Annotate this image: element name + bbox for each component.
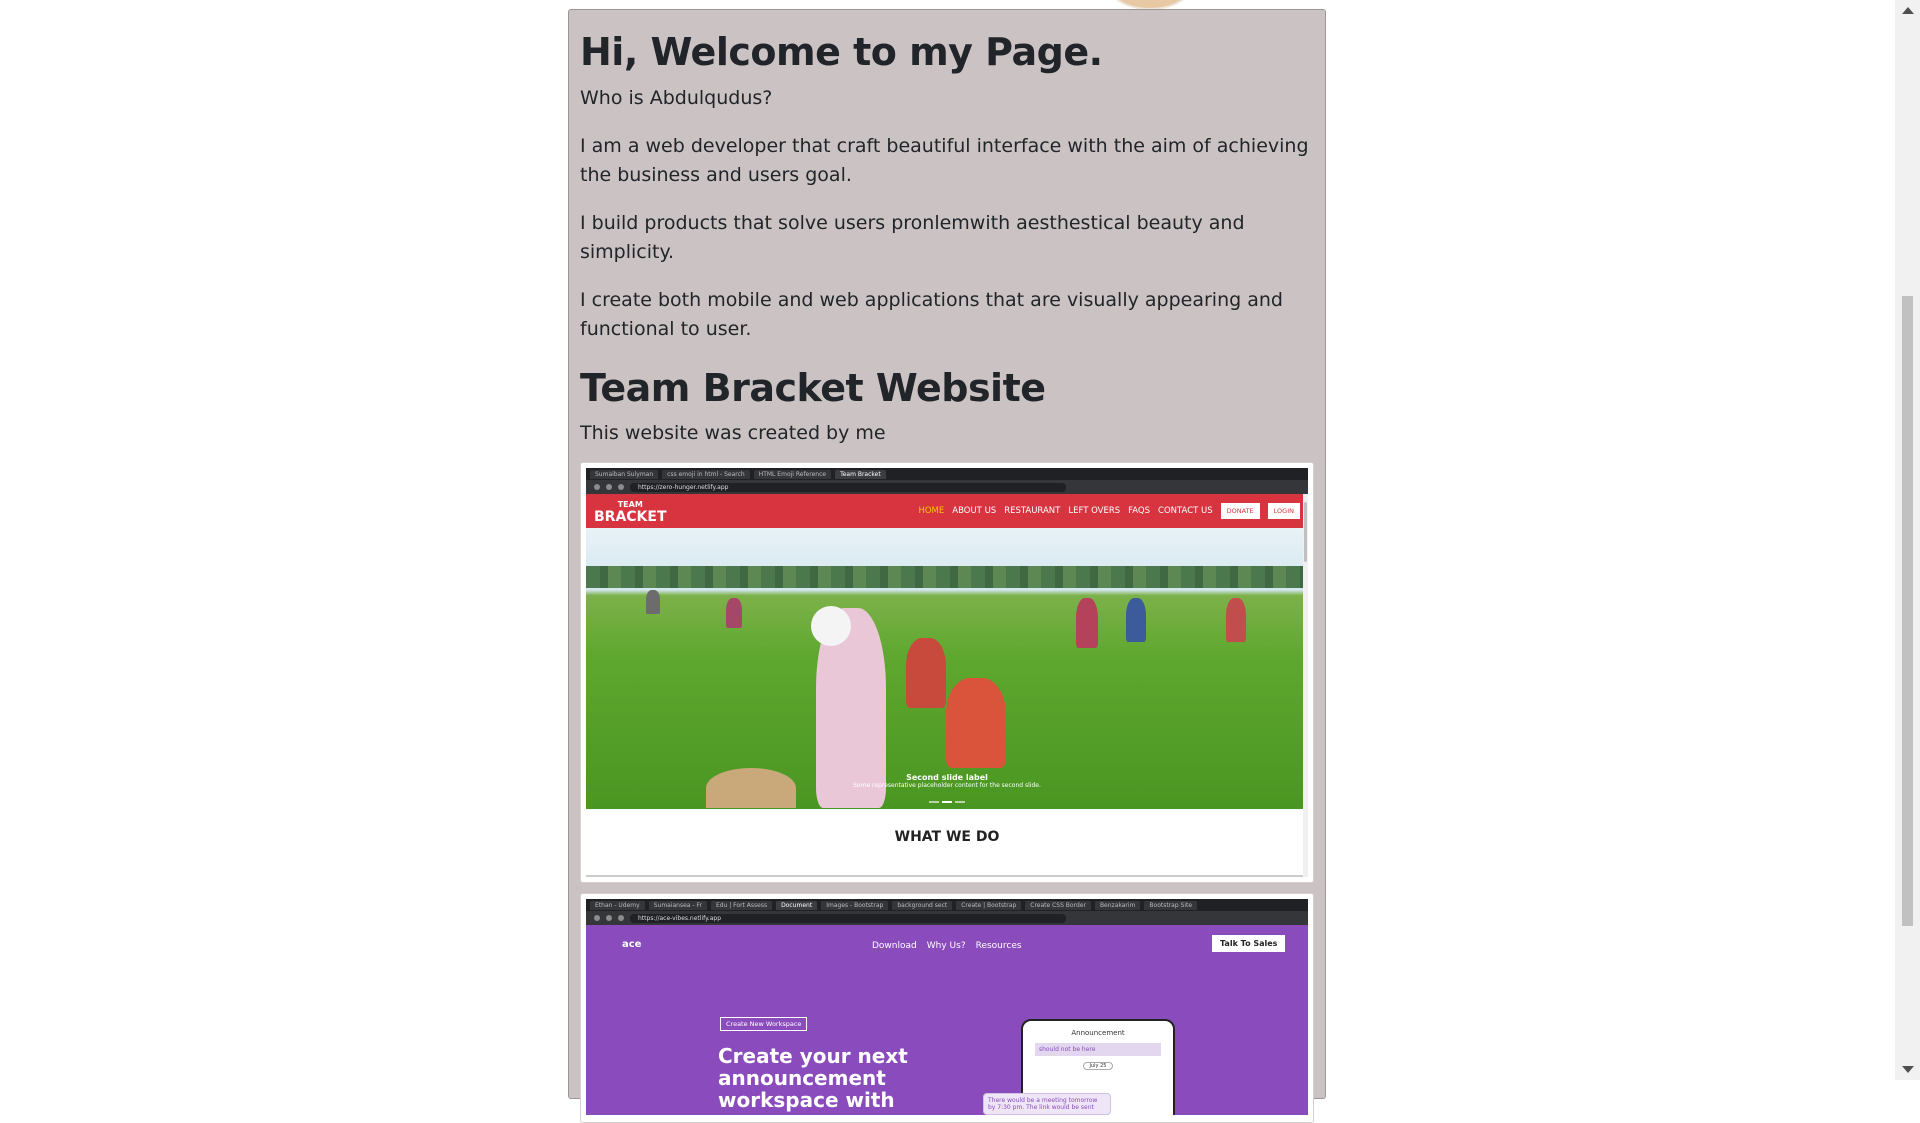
browser-tab: Images - Bootstrap [821,900,889,910]
browser-tab: Team Bracket [835,469,886,479]
page-scrollbar[interactable] [1895,0,1920,1080]
page-title: Hi, Welcome to my Page. [580,30,1103,74]
browser-tab: Create CSS Border [1025,900,1091,910]
forward-icon [606,484,612,491]
create-workspace-button: Create New Workspace [720,1017,808,1032]
logo-bottom: BRACKET [594,509,667,526]
back-icon [594,915,600,922]
team-bracket-navbar: TEAM BRACKET HOME ABOUT US RESTAURANT LE… [586,494,1308,529]
profile-card: Hi, Welcome to my Page. Who is Abdulqudu… [568,9,1326,1123]
phone-message: There would be a meeting tomorrow by 7:3… [983,1093,1111,1116]
browser-tab: css emoji in html - Search [662,469,750,479]
nav-download: Download [872,941,917,952]
project-title: Team Bracket Website [580,365,1046,410]
browser-tab: Edu | Fort Assess [710,900,773,910]
url-text: https://ace-vibes.netlify.app [630,913,1066,923]
phone-title: Announcement [1071,1029,1125,1038]
intro-paragraph: I am a web developer that craft beautifu… [580,134,1309,186]
nav-about: ABOUT US [952,506,997,517]
browser-tab-bar: Ethan - Udemy Sumaiansea - Fr Edu | Fort… [586,899,1308,912]
nav-faqs: FAQS [1128,506,1151,517]
login-button: LOGIN [1267,503,1300,520]
scroll-thumb[interactable] [1902,296,1913,926]
scroll-down-icon[interactable] [1902,1066,1914,1073]
slide-title: Second slide label [906,773,988,783]
nav-why-us: Why Us? [926,941,966,952]
nav-resources: Resources [975,941,1022,952]
phone-note: should not be here [1035,1043,1161,1057]
project-screenshot-ace: Ethan - Udemy Sumaiansea - Fr Edu | Fort… [580,893,1314,1123]
nav-contact: CONTACT US [1158,506,1213,517]
browser-tab: Create | Bootstrap [956,900,1022,910]
browser-tab: HTML Emoji Reference [753,469,832,479]
browser-tab-bar: Sumaiban Sulyman css emoji in html - Sea… [586,468,1308,481]
slide-text: Some representative placeholder content … [853,782,1041,790]
screenshot-scrollbar [1303,494,1308,878]
reload-icon [618,484,624,491]
project-screenshot-team-bracket: Sumaiban Sulyman css emoji in html - Sea… [580,462,1314,884]
browser-tab: Sumaiansea - Fr [648,900,707,910]
browser-tab: Bootstrap Site [1144,900,1198,910]
talk-to-sales-button: Talk To Sales [1212,935,1286,953]
browser-tab: background sect [892,900,953,910]
intro-paragraph: I build products that solve users pronle… [580,211,1245,263]
reload-icon [618,915,624,922]
ace-site-hero: ace Download Why Us? Resources Talk To S… [586,925,1308,1116]
browser-address-bar: https://ace-vibes.netlify.app [586,911,1308,926]
back-icon [594,484,600,491]
phone-date: July 25 [1083,1062,1113,1071]
carousel-indicators [929,801,965,804]
ace-nav: Download Why Us? Resources [872,941,1022,951]
project-description: This website was created by me [580,422,886,445]
team-bracket-logo: TEAM BRACKET [594,499,667,526]
nav-left-overs: LEFT OVERS [1068,506,1121,517]
carousel-caption: Second slide label Some representative p… [586,773,1308,789]
nav-home: HOME [918,506,945,517]
url-text: https://zero-hunger.netlify.app [630,482,1066,492]
section-heading: WHAT WE DO [586,809,1308,878]
nav-restaurant: RESTAURANT [1004,506,1061,517]
forward-icon [606,915,612,922]
browser-tab: Benzakarim [1094,900,1141,910]
browser-tab: Sumaiban Sulyman [590,469,659,479]
phone-mockup: Announcement should not be here July 25 … [983,1019,1175,1116]
ace-logo: ace [622,939,642,951]
browser-tab: Ethan - Udemy [590,900,645,910]
intro-question: Who is Abdulqudus? [580,86,773,109]
browser-tab: Document [776,900,818,910]
ace-headline: Create your next announcement workspace … [718,1044,908,1115]
intro-paragraph: I create both mobile and web application… [580,288,1283,340]
hero-image-rice-field: Second slide label Some representative p… [586,528,1308,810]
donate-button: DONATE [1220,503,1260,520]
browser-address-bar: https://zero-hunger.netlify.app [586,480,1308,495]
scroll-up-icon[interactable] [1902,7,1914,14]
